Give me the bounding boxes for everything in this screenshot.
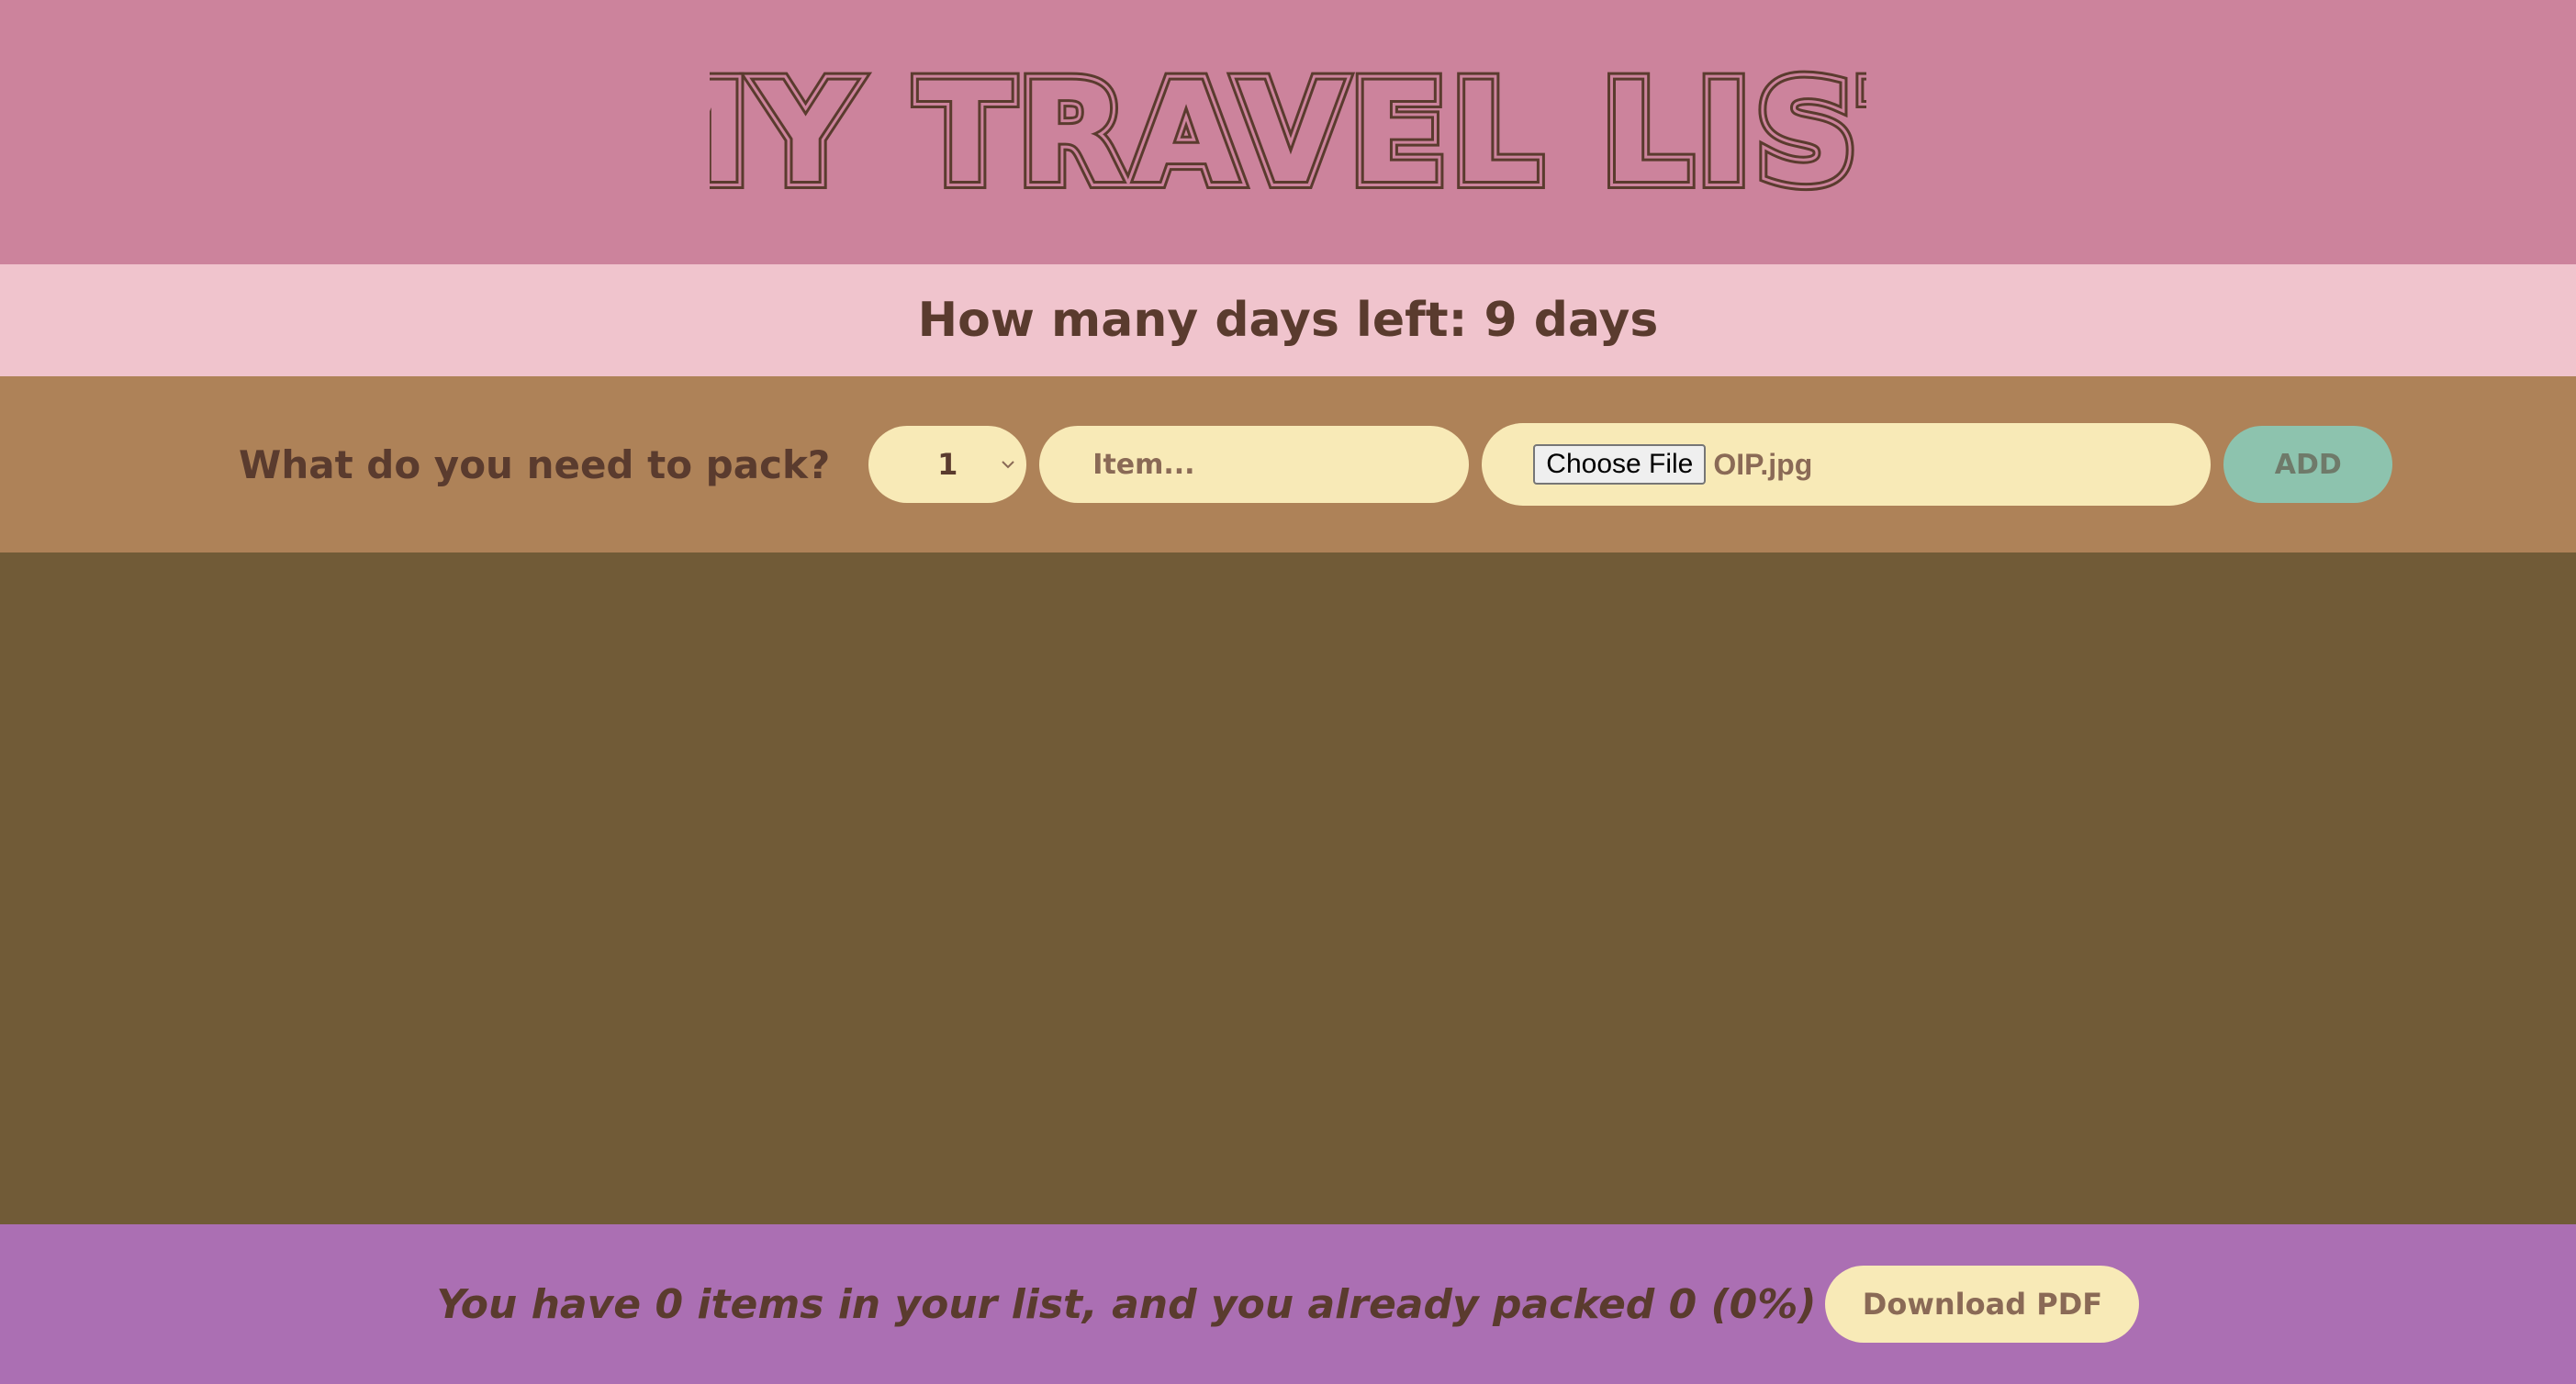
title-core: MY TRAVEL LIST [710,63,1866,201]
add-button[interactable]: ADD [2223,426,2393,503]
file-input[interactable]: Choose File OIP.jpg [1482,423,2212,506]
choose-file-button[interactable]: Choose File [1533,444,1707,485]
days-left-text: How many days left: 9 days [917,293,1659,348]
download-pdf-button[interactable]: Download PDF [1825,1266,2140,1343]
item-input[interactable]: Item... [1039,426,1470,503]
selected-file-name: OIP.jpg [1713,447,1813,481]
item-input-placeholder: Item... [1092,448,1195,481]
form-prompt: What do you need to pack? [239,441,831,487]
header: MY TRAVEL LIST MY TRAVEL LIST MY TRAVEL … [0,0,2576,264]
quantity-value: 1 [937,447,958,482]
stats-text: You have 0 items in your list, and you a… [436,1280,1817,1328]
packing-list [0,552,2576,1224]
stats-footer: You have 0 items in your list, and you a… [0,1224,2576,1384]
chevron-down-icon [1002,461,1014,469]
add-item-form: What do you need to pack? 1 Item... Choo… [0,376,2576,552]
app: MY TRAVEL LIST MY TRAVEL LIST MY TRAVEL … [0,0,2576,1384]
page-title: MY TRAVEL LIST MY TRAVEL LIST MY TRAVEL … [710,63,1866,201]
days-left-banner: How many days left: 9 days [0,264,2576,376]
quantity-select[interactable]: 1 [868,426,1027,503]
